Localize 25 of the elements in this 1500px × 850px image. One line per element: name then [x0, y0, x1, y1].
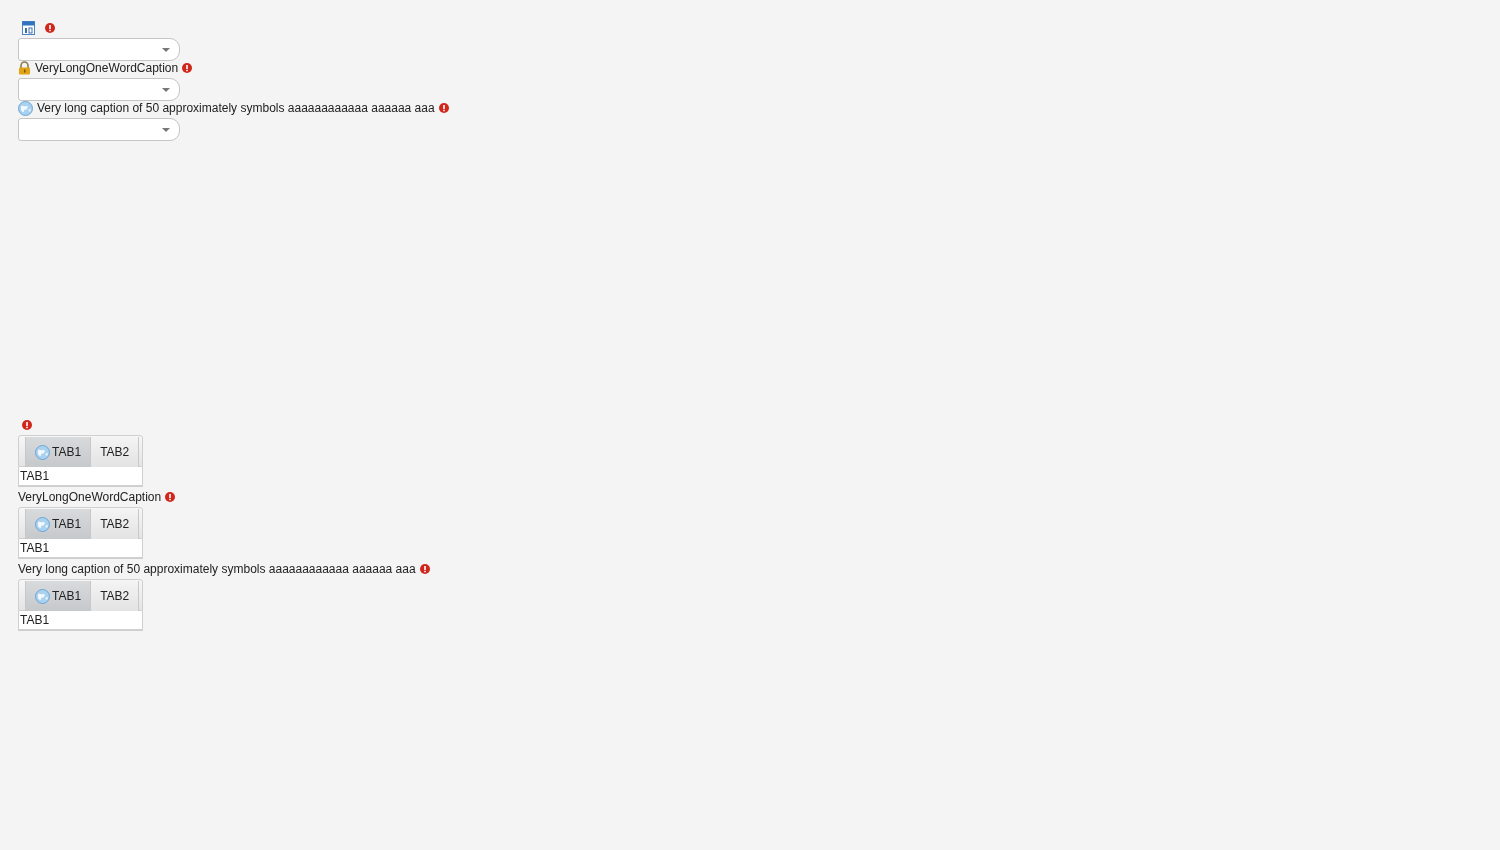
caption-label: VeryLongOneWordCaption	[18, 489, 162, 506]
caption-label: Very long caption of 50 approximately symbols aaaaaaaaaaaa aaaaaa aaa	[37, 100, 435, 117]
dropdown-arrow-icon	[162, 87, 170, 92]
tab-content: TAB1	[18, 611, 143, 631]
tab[interactable]: TAB1	[25, 509, 92, 539]
lock-icon	[18, 61, 31, 75]
tab[interactable]: TAB1	[25, 437, 92, 467]
caption-label: Very long caption of 50 approximately symbols aaaaaaaaaaaa aaaaaa aaa	[18, 561, 416, 578]
globe-icon	[35, 444, 50, 460]
tab-content: TAB1	[18, 539, 143, 559]
tab-content: TAB1	[18, 467, 143, 487]
tab[interactable]: TAB2	[91, 437, 140, 467]
combo-box[interactable]	[18, 38, 180, 61]
caption-label: VeryLongOneWordCaption	[35, 60, 179, 77]
combo-box[interactable]	[18, 78, 180, 101]
tab[interactable]: TAB2	[91, 509, 140, 539]
globe-icon	[18, 100, 33, 116]
globe-icon	[35, 516, 50, 532]
dropdown-arrow-icon	[162, 127, 170, 132]
calendar-icon	[22, 21, 35, 35]
tab[interactable]: TAB2	[91, 581, 140, 611]
globe-icon	[35, 588, 50, 604]
combo-box[interactable]	[18, 118, 180, 141]
dropdown-arrow-icon	[162, 47, 170, 52]
tab[interactable]: TAB1	[25, 581, 92, 611]
